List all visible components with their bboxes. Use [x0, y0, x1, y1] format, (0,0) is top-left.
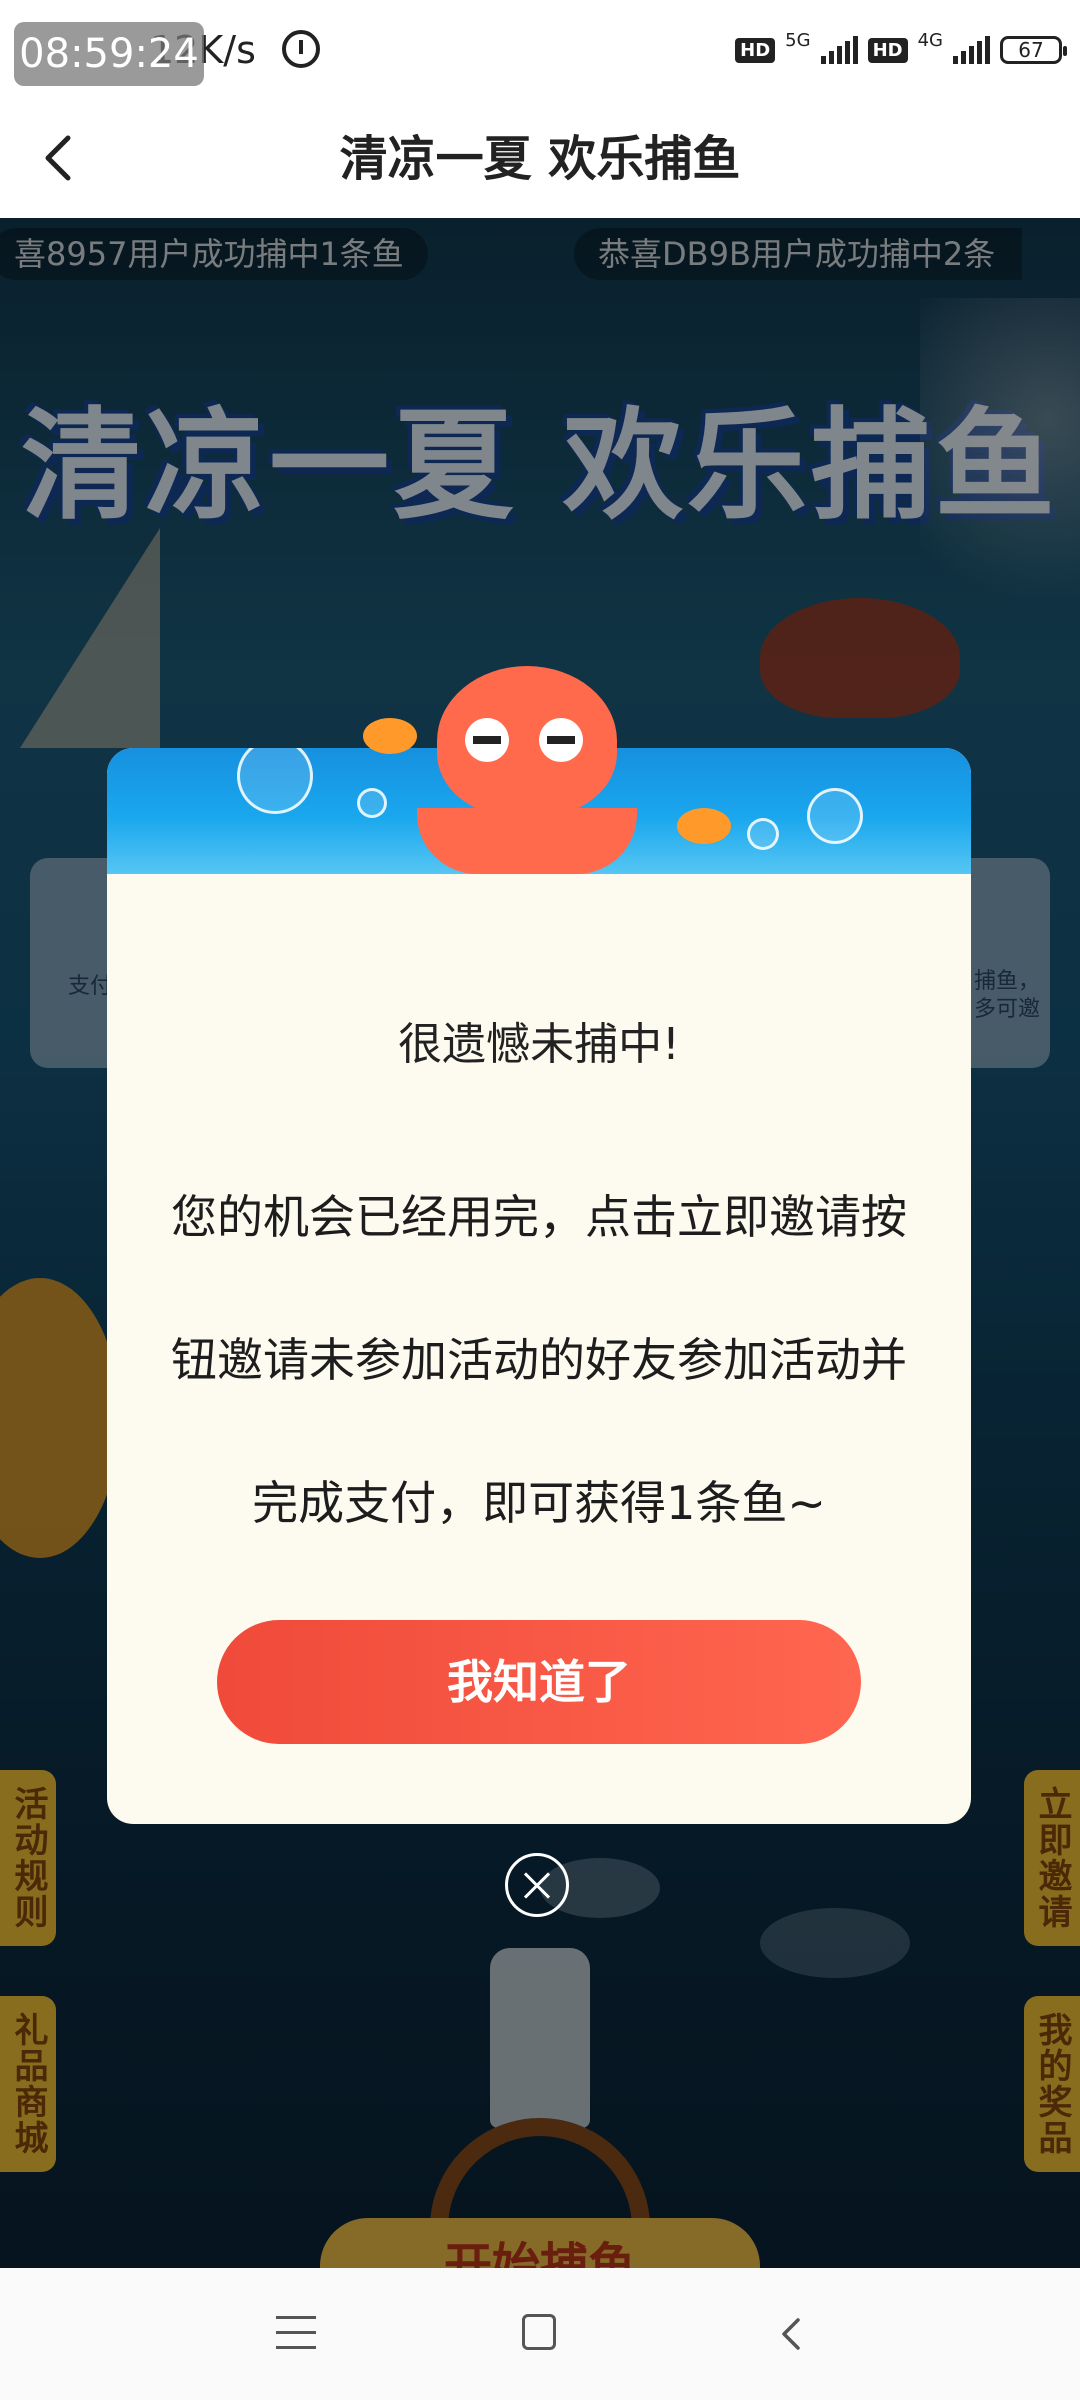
network-type-4g: 4G: [917, 29, 943, 51]
home-square-icon[interactable]: [522, 2314, 556, 2350]
dialog-message-line: 钮邀请未参加活动的好友参加活动并: [171, 1333, 907, 1387]
chevron-left-icon: [45, 135, 71, 181]
octopus-mascot-icon: [437, 666, 617, 816]
fish-icon: [363, 718, 417, 754]
app-header: 清凉一夏 欢乐捕鱼: [0, 100, 1080, 218]
bubble-icon: [357, 788, 387, 818]
menu-icon[interactable]: [276, 2316, 316, 2350]
signal-bars-icon: [953, 36, 990, 64]
network-type-5g: 5G: [785, 29, 811, 51]
back-chevron-svg: [782, 2318, 800, 2350]
octopus-legs: [417, 808, 637, 874]
back-button[interactable]: [30, 128, 90, 188]
close-circle-icon[interactable]: [505, 1853, 569, 1917]
hd-badge: HD: [867, 37, 908, 63]
status-bar: 12K/s 08:59:24 HD 5G HD 4G 67: [0, 0, 1080, 100]
status-icons: HD 5G HD 4G 67: [735, 28, 1067, 72]
signal-bars-icon: [820, 36, 858, 64]
battery-icon: 67: [1000, 36, 1067, 64]
page-title: 清凉一夏 欢乐捕鱼: [339, 131, 741, 187]
hd-badge: HD: [735, 37, 776, 63]
status-time: 08:59:24: [14, 22, 204, 86]
bubble-icon: [237, 748, 313, 814]
bubble-icon: [807, 788, 863, 844]
dialog-message-line: 您的机会已经用完，点击立即邀请按: [171, 1190, 907, 1244]
fish-icon: [677, 808, 731, 844]
dialog-title: 很遗憾未捕中!: [398, 1019, 680, 1070]
back-triangle-icon[interactable]: [772, 2314, 812, 2354]
bubble-icon: [747, 818, 779, 850]
dialog-message-line: 完成支付，即可获得1条鱼~: [252, 1476, 826, 1530]
octopus-eye: [465, 718, 509, 762]
acknowledge-button[interactable]: 我知道了: [217, 1620, 861, 1744]
alarm-clock-icon: [282, 30, 320, 68]
result-dialog: 很遗憾未捕中! 您的机会已经用完，点击立即邀请按 钮邀请未参加活动的好友参加活动…: [107, 666, 971, 1824]
dialog-message: 您的机会已经用完，点击立即邀请按 钮邀请未参加活动的好友参加活动并 完成支付，即…: [147, 1146, 931, 1575]
system-nav-bar: [0, 2268, 1080, 2400]
octopus-eye: [539, 718, 583, 762]
